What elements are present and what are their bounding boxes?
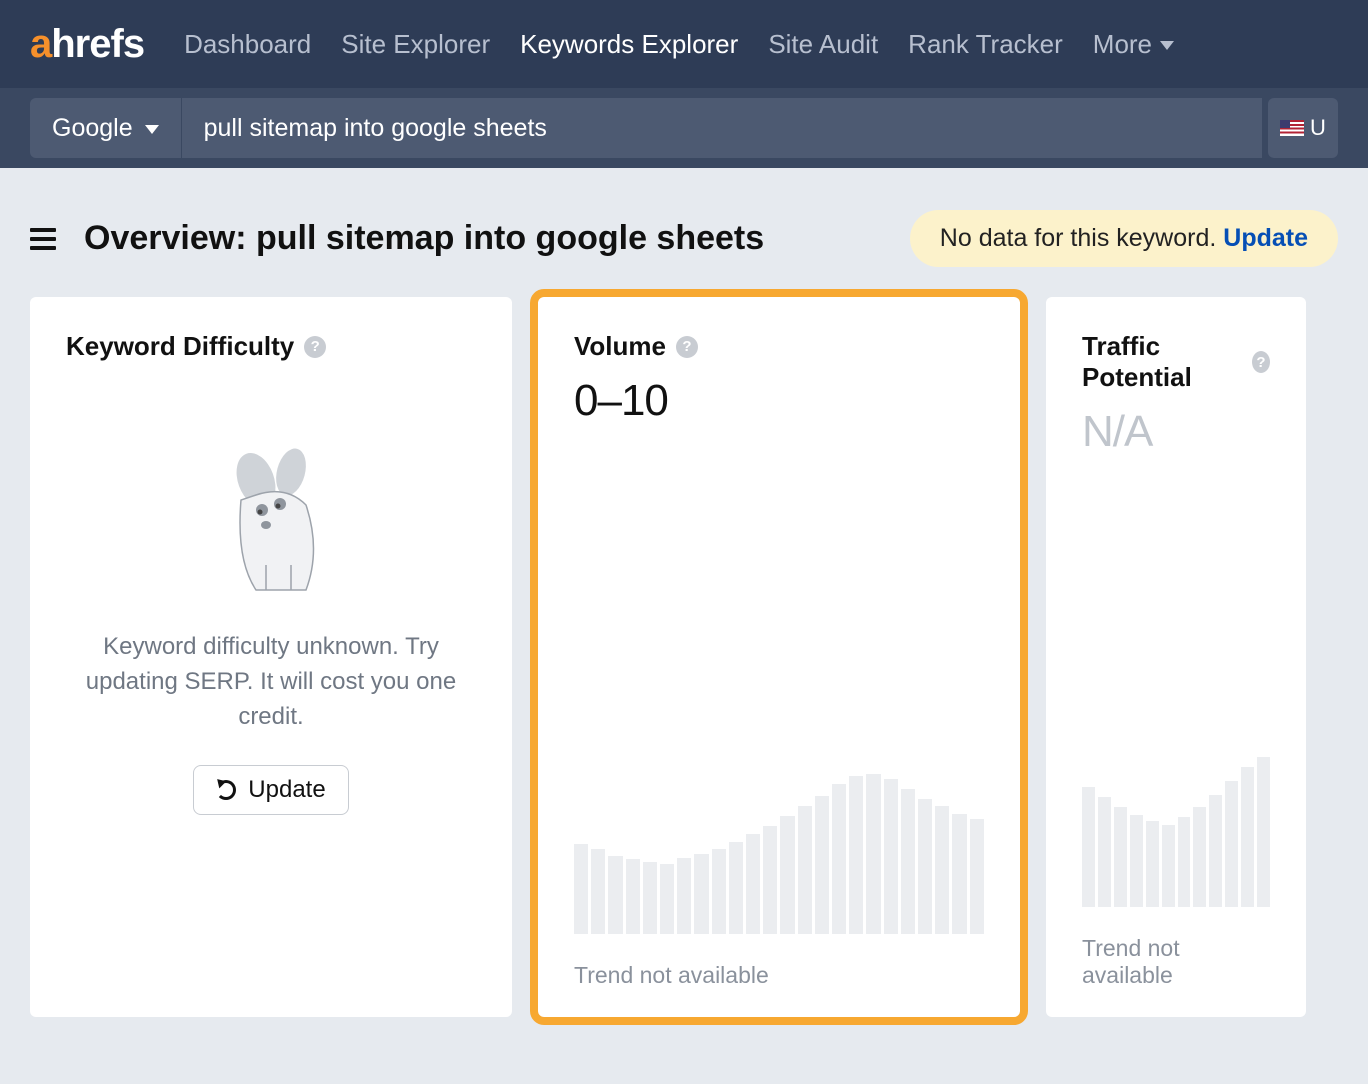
nav-rank-tracker-label: Rank Tracker (908, 29, 1063, 60)
chart-bar (866, 774, 880, 934)
nav-rank-tracker[interactable]: Rank Tracker (908, 29, 1063, 60)
chart-bar (952, 814, 966, 934)
chart-bar (884, 779, 898, 934)
chart-bar (729, 842, 743, 934)
chart-bar (970, 819, 984, 934)
volume-card-title: Volume ? (574, 331, 984, 362)
us-flag-icon (1280, 120, 1304, 136)
kd-title-label: Keyword Difficulty (66, 331, 294, 362)
nav-site-explorer-label: Site Explorer (341, 29, 490, 60)
volume-chart (574, 426, 984, 934)
nav-more[interactable]: More (1093, 29, 1174, 60)
tp-card-title: Traffic Potential ? (1082, 331, 1270, 393)
chart-bar (1257, 757, 1270, 907)
chart-bar (1178, 817, 1191, 907)
tp-trend-text: Trend not available (1082, 935, 1270, 989)
kd-message: Keyword difficulty unknown. Try updating… (76, 630, 466, 734)
volume-card: Volume ? 0–10 Trend not available (538, 297, 1020, 1017)
chart-bar (1241, 767, 1254, 907)
chart-bar (1146, 821, 1159, 907)
nav-keywords-explorer[interactable]: Keywords Explorer (520, 29, 738, 60)
nav-site-audit-label: Site Audit (768, 29, 878, 60)
refresh-icon (216, 780, 236, 800)
chart-bar (677, 858, 691, 934)
volume-trend-text: Trend not available (574, 962, 984, 989)
page-title-prefix: Overview: (84, 219, 256, 257)
chart-bar (591, 849, 605, 934)
tp-title-label: Traffic Potential (1082, 331, 1242, 393)
kd-card-title: Keyword Difficulty ? (66, 331, 476, 362)
chart-bar (763, 826, 777, 934)
chart-bar (712, 849, 726, 934)
chart-bar (574, 844, 588, 934)
notice-pill: No data for this keyword. Update (910, 210, 1338, 267)
chevron-down-icon (145, 125, 159, 134)
help-icon[interactable]: ? (1252, 351, 1270, 373)
help-icon[interactable]: ? (304, 336, 326, 358)
nav-site-explorer[interactable]: Site Explorer (341, 29, 490, 60)
chart-bar (1082, 787, 1095, 907)
page-title-keyword: pull sitemap into google sheets (256, 219, 764, 257)
chart-bar (746, 834, 760, 934)
chart-bar (918, 799, 932, 934)
kd-body: Keyword difficulty unknown. Try updating… (66, 376, 476, 989)
help-icon[interactable]: ? (676, 336, 698, 358)
chart-bar (608, 856, 622, 934)
menu-icon[interactable] (30, 228, 56, 250)
tp-value: N/A (1082, 407, 1270, 457)
kd-update-button[interactable]: Update (193, 765, 348, 815)
chart-bar (1193, 807, 1206, 907)
chart-bar (1098, 797, 1111, 907)
search-engine-label: Google (52, 114, 133, 143)
volume-title-label: Volume (574, 331, 666, 362)
chart-bar (1114, 807, 1127, 907)
country-select[interactable]: U (1268, 98, 1338, 158)
search-bar: Google U (0, 88, 1368, 168)
chart-bar (694, 854, 708, 934)
chart-bar (1225, 781, 1238, 907)
nav-site-audit[interactable]: Site Audit (768, 29, 878, 60)
keyword-input[interactable] (181, 98, 1262, 158)
page-title: Overview: pull sitemap into google sheet… (84, 219, 882, 258)
chevron-down-icon (1160, 41, 1174, 50)
nav-dashboard[interactable]: Dashboard (184, 29, 311, 60)
nav-dashboard-label: Dashboard (184, 29, 311, 60)
kd-update-label: Update (248, 776, 325, 804)
chart-bar (1130, 815, 1143, 907)
chart-bar (849, 776, 863, 934)
title-row: Overview: pull sitemap into google sheet… (0, 168, 1368, 297)
nav-keywords-explorer-label: Keywords Explorer (520, 29, 738, 60)
cards-row: Keyword Difficulty ? Keyword difficu (0, 297, 1368, 1017)
search-engine-select[interactable]: Google (30, 98, 181, 158)
volume-value: 0–10 (574, 376, 984, 426)
chart-bar (660, 864, 674, 934)
notice-text: No data for this keyword. (940, 224, 1223, 252)
logo-letter-a: a (30, 22, 51, 67)
traffic-potential-card: Traffic Potential ? N/A Trend not availa… (1046, 297, 1306, 1017)
top-nav: ahrefs Dashboard Site Explorer Keywords … (0, 0, 1368, 88)
chart-bar (798, 806, 812, 934)
chart-bar (832, 784, 846, 934)
notice-update-link[interactable]: Update (1223, 224, 1308, 252)
chart-bar (1162, 825, 1175, 907)
tp-chart (1082, 457, 1270, 907)
nav-more-label: More (1093, 29, 1152, 60)
chart-bar (626, 859, 640, 934)
chart-bar (815, 796, 829, 934)
logo[interactable]: ahrefs (30, 22, 144, 67)
dog-illustration (186, 430, 356, 600)
country-code-label: U (1310, 115, 1326, 141)
chart-bar (935, 806, 949, 934)
keyword-difficulty-card: Keyword Difficulty ? Keyword difficu (30, 297, 512, 1017)
chart-bar (780, 816, 794, 934)
chart-bar (1209, 795, 1222, 907)
chart-bar (901, 789, 915, 934)
logo-rest: hrefs (51, 22, 144, 67)
chart-bar (643, 862, 657, 934)
